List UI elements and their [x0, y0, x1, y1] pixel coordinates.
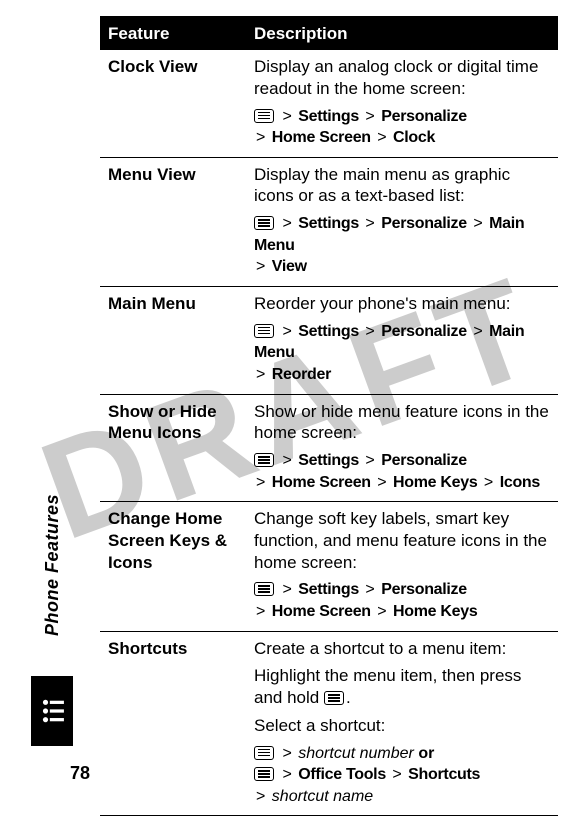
menu-path: > shortcut number or > Office Tools > Sh…	[254, 743, 552, 808]
page-number: 78	[70, 763, 90, 784]
menu-icon	[324, 691, 344, 705]
table-header-row: Feature Description	[100, 17, 558, 50]
table-row: Main Menu Reorder your phone's main menu…	[100, 286, 558, 394]
feature-name: Show or Hide Menu Icons	[100, 394, 246, 502]
feature-description: Display the main menu as graphic icons o…	[246, 157, 558, 286]
section-title: Phone Features	[42, 494, 63, 636]
menu-path: > Settings > Personalize > Main Menu > V…	[254, 213, 552, 278]
menu-path: > Settings > Personalize > Home Screen >…	[254, 106, 552, 149]
table-row: Change Home Screen Keys & Icons Change s…	[100, 502, 558, 631]
table-row: Menu View Display the main menu as graph…	[100, 157, 558, 286]
table-row: Shortcuts Create a shortcut to a menu it…	[100, 631, 558, 816]
instruction-text: Highlight the menu item, then press and …	[254, 665, 552, 709]
menu-icon	[254, 109, 274, 123]
header-description: Description	[246, 17, 558, 50]
sidebar: Phone Features	[28, 326, 76, 746]
menu-icon	[254, 216, 274, 230]
feature-name: Change Home Screen Keys & Icons	[100, 502, 246, 631]
description-text: Create a shortcut to a menu item:	[254, 638, 552, 660]
description-text: Display an analog clock or digital time …	[254, 56, 552, 100]
menu-icon	[254, 746, 274, 760]
header-feature: Feature	[100, 17, 246, 50]
feature-name: Shortcuts	[100, 631, 246, 816]
sidebar-tab	[31, 676, 73, 746]
menu-icon	[254, 582, 274, 596]
page-content: Feature Description Clock View Display a…	[100, 16, 558, 816]
description-text: Reorder your phone's main menu:	[254, 293, 552, 315]
description-text: Display the main menu as graphic icons o…	[254, 164, 552, 208]
feature-description: Show or hide menu feature icons in the h…	[246, 394, 558, 502]
menu-path: > Settings > Personalize > Main Menu > R…	[254, 321, 552, 386]
table-row: Clock View Display an analog clock or di…	[100, 50, 558, 158]
feature-name: Clock View	[100, 50, 246, 158]
instruction-text: Select a shortcut:	[254, 715, 552, 737]
menu-icon	[254, 767, 274, 781]
feature-description: Create a shortcut to a menu item: Highli…	[246, 631, 558, 816]
feature-name: Menu View	[100, 157, 246, 286]
feature-name: Main Menu	[100, 286, 246, 394]
description-text: Show or hide menu feature icons in the h…	[254, 401, 552, 445]
feature-description: Change soft key labels, smart key functi…	[246, 502, 558, 631]
feature-description: Display an analog clock or digital time …	[246, 50, 558, 158]
menu-path: > Settings > Personalize > Home Screen >…	[254, 450, 552, 493]
contacts-icon	[39, 698, 65, 724]
table-row: Show or Hide Menu Icons Show or hide men…	[100, 394, 558, 502]
menu-path: > Settings > Personalize > Home Screen >…	[254, 579, 552, 622]
menu-icon	[254, 324, 274, 338]
feature-description: Reorder your phone's main menu: > Settin…	[246, 286, 558, 394]
features-table: Feature Description Clock View Display a…	[100, 16, 558, 816]
menu-icon	[254, 453, 274, 467]
description-text: Change soft key labels, smart key functi…	[254, 508, 552, 573]
